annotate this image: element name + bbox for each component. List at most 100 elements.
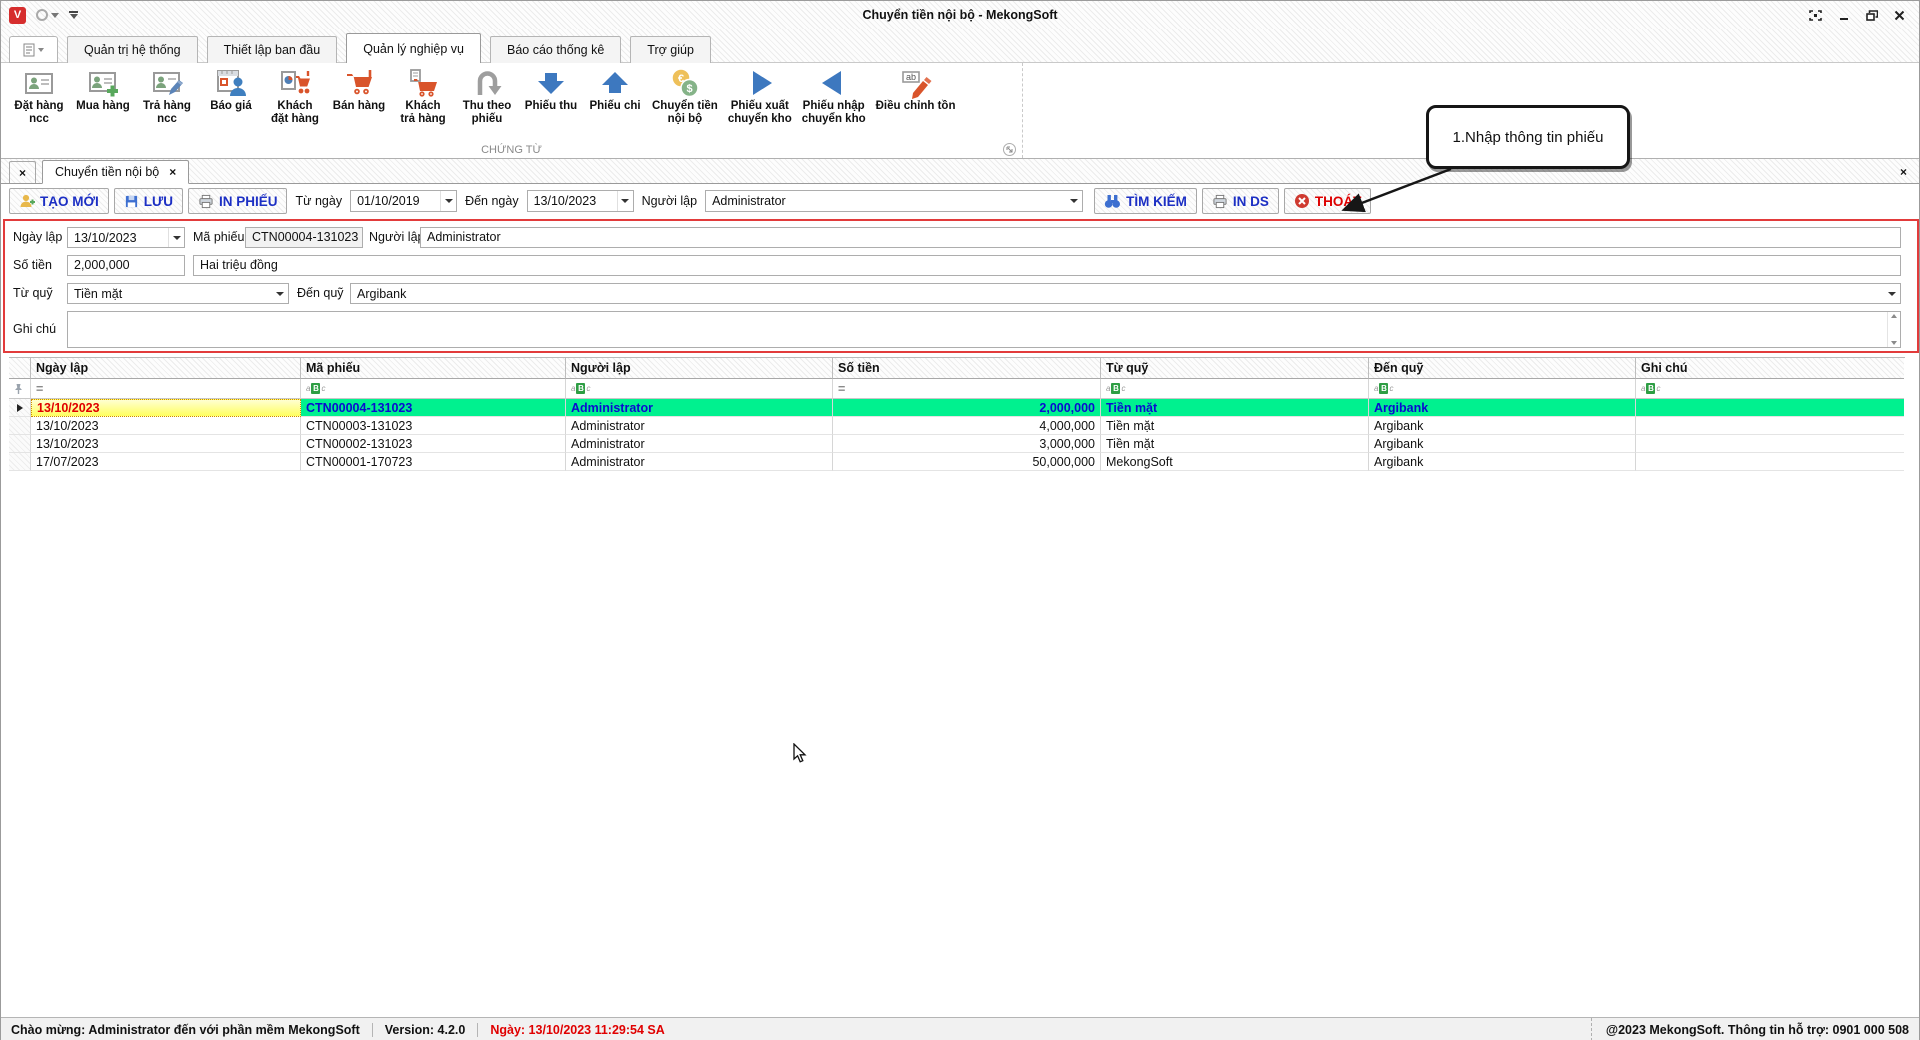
cell-note[interactable] — [1636, 417, 1904, 435]
close-button[interactable] — [1894, 10, 1905, 21]
scroll-up-icon[interactable] — [1891, 314, 1897, 318]
dropdown-arrow-icon[interactable] — [1066, 191, 1082, 211]
cell-creator[interactable]: Administrator — [566, 417, 833, 435]
dropdown-arrow-icon[interactable] — [617, 191, 633, 211]
ribbon-tab-system[interactable]: Quản trị hệ thống — [67, 36, 198, 63]
filter-cell-amount[interactable]: = — [833, 379, 1101, 399]
cell-date[interactable]: 17/07/2023 — [31, 453, 301, 471]
cell-date[interactable]: 13/10/2023 — [31, 435, 301, 453]
ribbon-item-phieu-nhap-chuyen-kho[interactable]: Phiếu nhập chuyển kho — [797, 67, 871, 126]
ribbon-tab-operations[interactable]: Quản lý nghiệp vụ — [346, 33, 481, 63]
table-row[interactable]: 17/07/2023 CTN00001-170723 Administrator… — [9, 453, 1905, 471]
cell-note[interactable] — [1636, 399, 1904, 417]
voucher-code-field[interactable]: CTN00004-131023 — [245, 227, 363, 248]
column-header-from-fund[interactable]: Từ quỹ — [1101, 358, 1369, 379]
dropdown-arrow-icon[interactable] — [168, 228, 184, 247]
to-date-picker[interactable]: 13/10/2023 — [527, 190, 634, 212]
cell-note[interactable] — [1636, 435, 1904, 453]
ribbon-tab-setup[interactable]: Thiết lập ban đầu — [207, 36, 338, 63]
cell-amount[interactable]: 2,000,000 — [833, 399, 1101, 417]
cell-note[interactable] — [1636, 453, 1904, 471]
ribbon-item-chuyen-tien-noi-bo[interactable]: €$ Chuyển tiền nội bộ — [647, 67, 723, 126]
close-all-tabs-button[interactable]: × — [9, 161, 36, 183]
cell-to-fund[interactable]: Argibank — [1369, 435, 1636, 453]
ribbon-tab-help[interactable]: Trợ giúp — [630, 36, 711, 63]
minimize-button[interactable] — [1838, 10, 1850, 21]
save-button[interactable]: LƯU — [114, 188, 183, 214]
cell-to-fund[interactable]: Argibank — [1369, 399, 1636, 417]
cell-from-fund[interactable]: Tiền mặt — [1101, 399, 1369, 417]
ribbon-item-ban-hang[interactable]: Bán hàng — [327, 67, 391, 113]
amount-field[interactable]: 2,000,000 — [67, 255, 185, 276]
ribbon-item-khach-tra-hang[interactable]: Khách trả hàng — [391, 67, 455, 126]
filter-cell-from-fund[interactable]: aBc — [1101, 379, 1369, 399]
filter-cell-note[interactable]: aBc — [1636, 379, 1904, 399]
quick-access-button[interactable] — [36, 9, 59, 21]
note-textarea[interactable] — [67, 311, 1901, 348]
table-row[interactable]: 13/10/2023 CTN00003-131023 Administrator… — [9, 417, 1905, 435]
filter-cell-date[interactable]: = — [31, 379, 301, 399]
cell-creator[interactable]: Administrator — [566, 399, 833, 417]
ribbon-item-tra-hang-ncc[interactable]: Trả hàng ncc — [135, 67, 199, 126]
fullscreen-button[interactable] — [1809, 10, 1822, 21]
filter-cell-creator[interactable]: aBc — [566, 379, 833, 399]
filter-cell-code[interactable]: aBc — [301, 379, 566, 399]
column-header-note[interactable]: Ghi chú — [1636, 358, 1904, 379]
column-header-creator[interactable]: Người lập — [566, 358, 833, 379]
column-header-code[interactable]: Mã phiếu — [301, 358, 566, 379]
amount-in-words-field[interactable]: Hai triệu đồng — [193, 255, 1901, 276]
from-date-picker[interactable]: 01/10/2019 — [350, 190, 457, 212]
from-fund-combo[interactable]: Tiền mặt — [67, 283, 289, 304]
tabstrip-close-icon[interactable]: × — [1900, 165, 1919, 183]
cell-creator[interactable]: Administrator — [566, 435, 833, 453]
cell-from-fund[interactable]: Tiền mặt — [1101, 435, 1369, 453]
cell-amount[interactable]: 4,000,000 — [833, 417, 1101, 435]
column-header-amount[interactable]: Số tiền — [833, 358, 1101, 379]
creator-field[interactable]: Administrator — [420, 227, 1901, 248]
ribbon-item-thu-theo-phieu[interactable]: Thu theo phiếu — [455, 67, 519, 126]
date-created-combo[interactable]: 13/10/2023 — [67, 227, 185, 248]
customize-toolbar-icon[interactable] — [69, 11, 78, 19]
note-scrollbar[interactable] — [1887, 312, 1900, 347]
print-voucher-button[interactable]: IN PHIẾU — [188, 188, 288, 214]
ribbon-item-phieu-chi[interactable]: Phiếu chi — [583, 67, 647, 113]
cell-from-fund[interactable]: MekongSoft — [1101, 453, 1369, 471]
restore-button[interactable] — [1866, 10, 1878, 21]
app-logo-icon[interactable]: V — [9, 7, 26, 24]
dropdown-arrow-icon[interactable] — [440, 191, 456, 211]
group-dialog-launcher-icon[interactable] — [1003, 143, 1016, 156]
cell-from-fund[interactable]: Tiền mặt — [1101, 417, 1369, 435]
dropdown-arrow-icon[interactable] — [1884, 284, 1900, 303]
cell-code[interactable]: CTN00001-170723 — [301, 453, 566, 471]
cell-creator[interactable]: Administrator — [566, 453, 833, 471]
cell-code[interactable]: CTN00002-131023 — [301, 435, 566, 453]
ribbon-item-mua-hang[interactable]: Mua hàng — [71, 67, 135, 113]
search-button[interactable]: TÌM KIẾM — [1094, 188, 1197, 214]
ribbon-item-phieu-thu[interactable]: Phiếu thu — [519, 67, 583, 113]
cell-to-fund[interactable]: Argibank — [1369, 453, 1636, 471]
ribbon-item-bao-gia[interactable]: Báo giá — [199, 67, 263, 113]
cell-code[interactable]: CTN00004-131023 — [301, 399, 566, 417]
print-list-button[interactable]: IN DS — [1202, 188, 1279, 214]
column-header-date[interactable]: Ngày lập — [31, 358, 301, 379]
scroll-down-icon[interactable] — [1891, 341, 1897, 345]
cell-code[interactable]: CTN00003-131023 — [301, 417, 566, 435]
app-menu-button[interactable] — [9, 36, 58, 63]
ribbon-item-phieu-xuat-chuyen-kho[interactable]: Phiếu xuất chuyển kho — [723, 67, 797, 126]
document-tab-active[interactable]: Chuyển tiền nội bộ × — [42, 160, 189, 184]
ribbon-item-dieu-chinh-ton[interactable]: ab Điều chỉnh tồn — [871, 67, 961, 113]
cell-date[interactable]: 13/10/2023 — [31, 399, 301, 417]
to-fund-combo[interactable]: Argibank — [350, 283, 1901, 304]
column-header-to-fund[interactable]: Đến quỹ — [1369, 358, 1636, 379]
creator-filter-combo[interactable]: Administrator — [705, 190, 1083, 212]
cell-date[interactable]: 13/10/2023 — [31, 417, 301, 435]
filter-cell-to-fund[interactable]: aBc — [1369, 379, 1636, 399]
ribbon-item-dat-hang-ncc[interactable]: Đặt hàng ncc — [7, 67, 71, 126]
cell-amount[interactable]: 50,000,000 — [833, 453, 1101, 471]
ribbon-tab-reports[interactable]: Báo cáo thống kê — [490, 36, 621, 63]
ribbon-item-khach-dat-hang[interactable]: Khách đặt hàng — [263, 67, 327, 126]
tab-close-icon[interactable]: × — [169, 165, 176, 179]
table-row-selected[interactable]: 13/10/2023 CTN00004-131023 Administrator… — [9, 399, 1905, 417]
dropdown-arrow-icon[interactable] — [272, 284, 288, 303]
cell-to-fund[interactable]: Argibank — [1369, 417, 1636, 435]
